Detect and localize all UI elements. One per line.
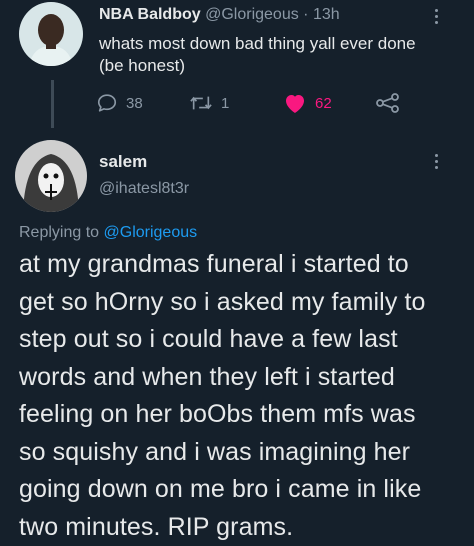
reply-bubble-icon [97, 94, 117, 112]
more-vertical-icon[interactable] [433, 9, 439, 24]
parent-timestamp[interactable]: 13h [313, 6, 340, 23]
reply-count: 38 [126, 94, 143, 112]
parent-tweet-header: NBA Baldboy @Glorigeous · 13h [99, 6, 340, 24]
thread-connector-line [51, 80, 54, 128]
reply-action[interactable]: 38 [96, 92, 143, 114]
parent-header-separator: · [303, 6, 309, 23]
retweet-action[interactable]: 1 [189, 92, 229, 114]
reply-tweet-text: at my grandmas funeral i started to get … [19, 250, 426, 541]
parent-tweet-text: whats most down bad thing yall ever done… [99, 34, 416, 75]
reply-handle[interactable]: @ihatesl8t3r [99, 180, 189, 198]
avatar-parent[interactable] [19, 2, 83, 66]
retweet-icon [190, 96, 212, 110]
reply-display-name[interactable]: salem [99, 152, 147, 172]
heart-filled-icon [286, 95, 304, 113]
replying-to-prefix: Replying to [19, 224, 100, 241]
share-action[interactable] [376, 93, 400, 113]
share-icon [376, 93, 399, 113]
avatar-reply[interactable] [15, 140, 87, 212]
replying-to-mention[interactable]: @Glorigeous [104, 224, 198, 241]
more-vertical-icon[interactable] [433, 154, 439, 169]
avatar-parent-image [19, 2, 83, 66]
replying-to-line: Replying to @Glorigeous [19, 224, 197, 242]
retweet-count: 1 [221, 94, 230, 112]
like-action[interactable]: 62 [283, 92, 332, 114]
parent-display-name[interactable]: NBA Baldboy [99, 6, 201, 23]
avatar-reply-image [15, 140, 87, 212]
like-count: 62 [315, 94, 332, 112]
parent-handle[interactable]: @Glorigeous [205, 6, 299, 23]
